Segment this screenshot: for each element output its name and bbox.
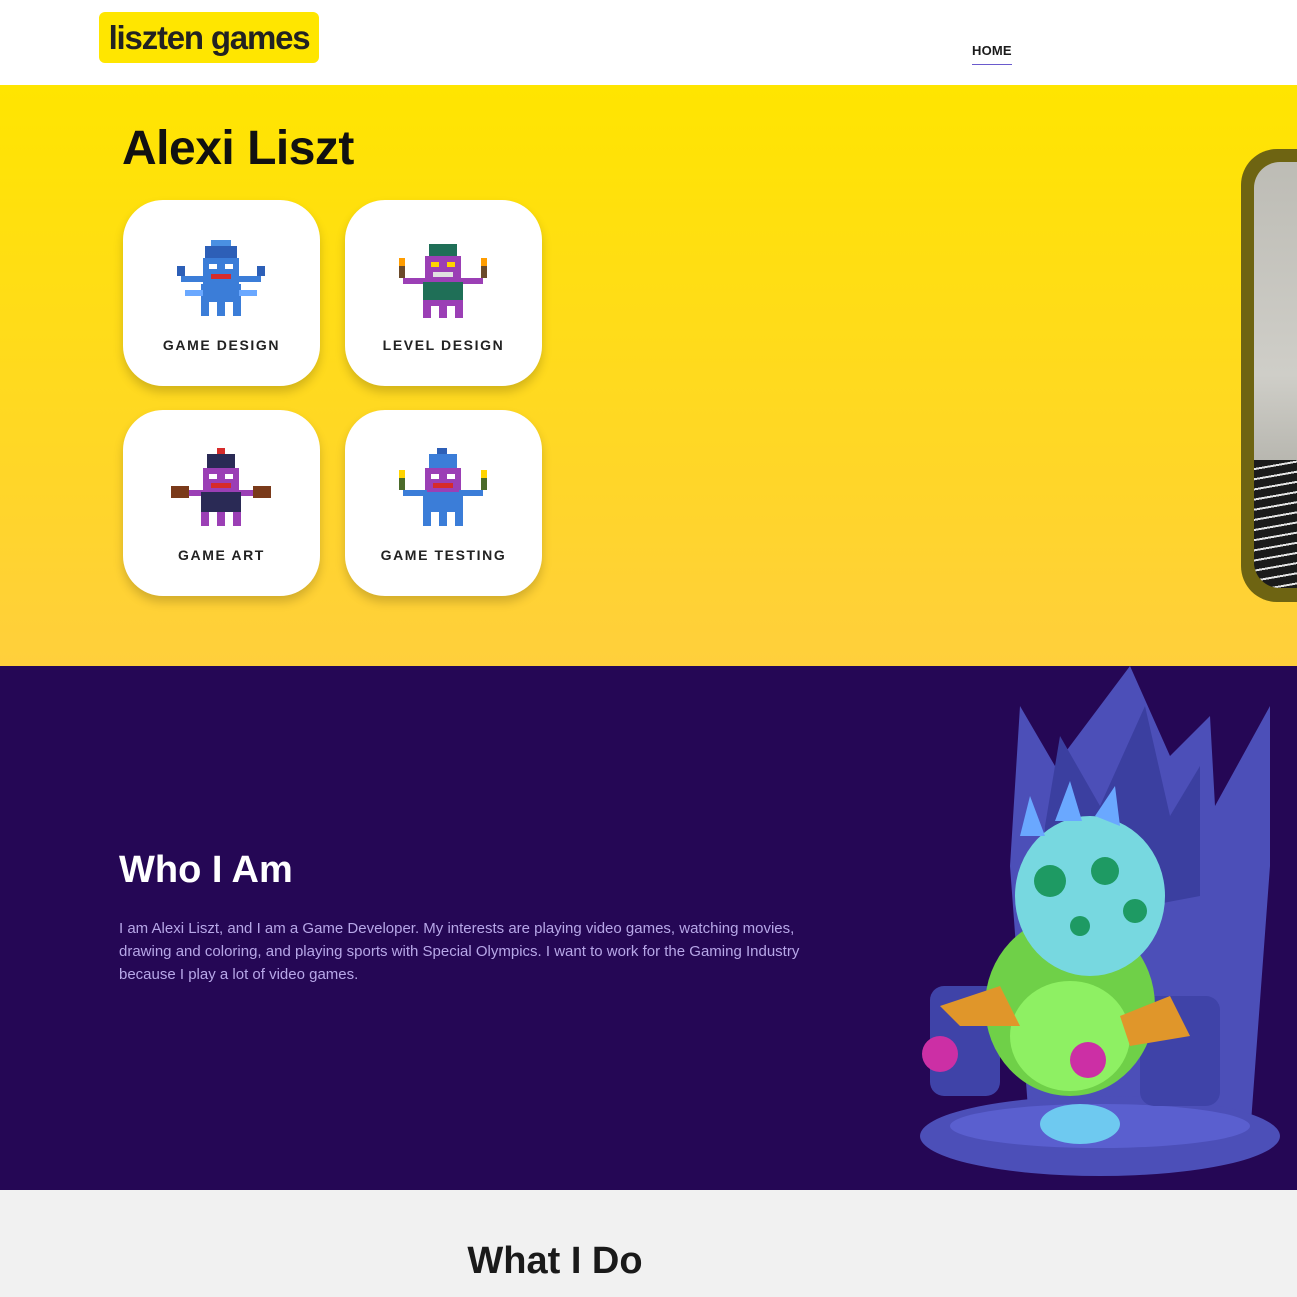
logo-text: liszten games	[108, 18, 311, 56]
skill-card-level-design[interactable]: LEVEL DESIGN	[345, 200, 542, 386]
blue-octopus-monster-icon	[177, 240, 265, 316]
purple-torch-monster-icon	[399, 244, 487, 318]
skill-label: GAME ART	[178, 547, 265, 563]
blue-torch-monster-icon	[399, 448, 487, 526]
monster-on-throne-illustration	[920, 666, 1280, 1176]
nav-link-home[interactable]: HOME	[972, 43, 1012, 65]
skill-card-game-art[interactable]: GAME ART	[123, 410, 320, 596]
striped-shirt	[1254, 460, 1297, 588]
site-header: liszten games HOME	[0, 0, 1297, 85]
what-i-do-title: What I Do	[467, 1240, 643, 1282]
profile-photo	[1254, 162, 1297, 588]
site-logo[interactable]: liszten games	[99, 12, 319, 63]
skill-card-game-testing[interactable]: GAME TESTING	[345, 410, 542, 596]
hero-section: Alexi Liszt GAME DESIGN LEVEL DESIGN GAM…	[0, 85, 1297, 666]
skill-label: GAME DESIGN	[162, 337, 281, 353]
about-title: Who I Am	[119, 849, 293, 891]
about-section: Who I Am I am Alexi Liszt, and I am a Ga…	[0, 666, 1297, 1190]
about-text: I am Alexi Liszt, and I am a Game Develo…	[119, 920, 800, 983]
skill-label: LEVEL DESIGN	[382, 337, 505, 353]
dark-horned-monster-icon	[171, 448, 271, 526]
hero-title: Alexi Liszt	[122, 122, 354, 175]
skill-label: GAME TESTING	[380, 547, 507, 563]
skill-card-game-design[interactable]: GAME DESIGN	[123, 200, 320, 386]
what-i-do-section: What I Do	[0, 1190, 1297, 1297]
